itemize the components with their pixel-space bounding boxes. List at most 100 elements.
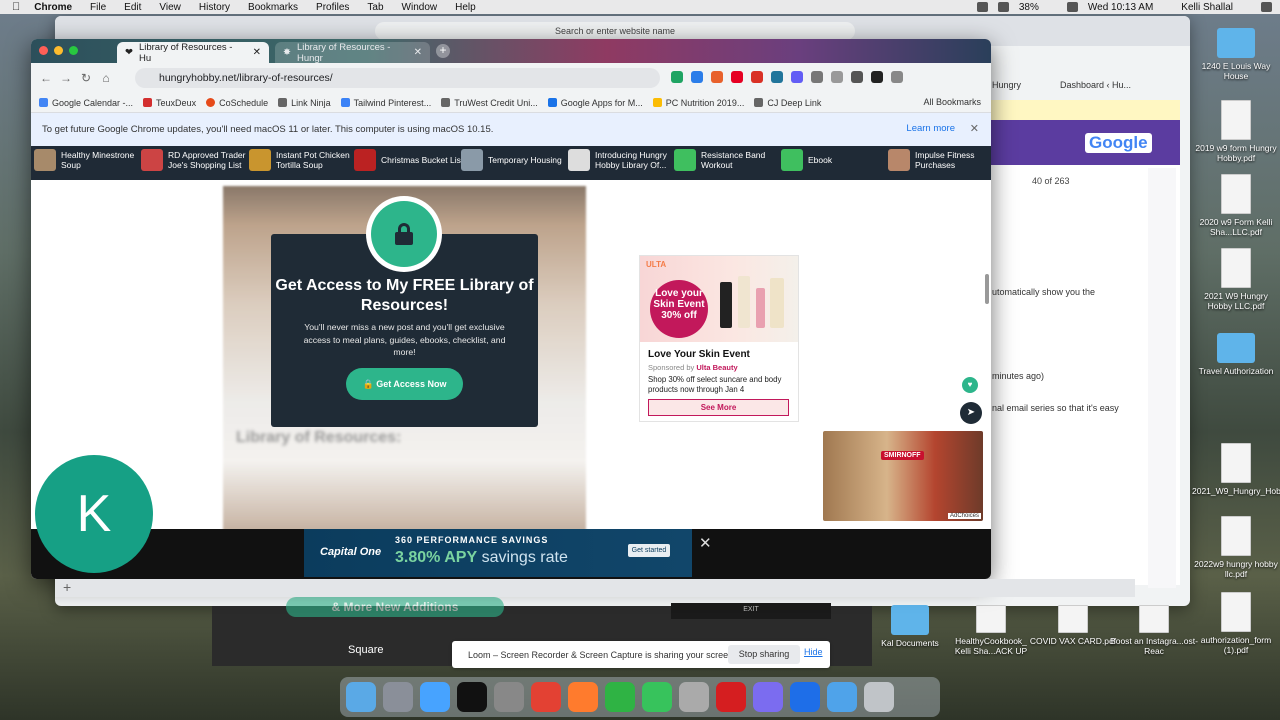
ulta-ad[interactable]: ULTA Love your Skin Event 30% off Love Y… bbox=[639, 255, 799, 422]
menu-file[interactable]: File bbox=[90, 2, 106, 13]
wifi-icon[interactable] bbox=[997, 2, 1009, 12]
menu-help[interactable]: Help bbox=[455, 2, 476, 13]
tab-library-1[interactable]: ❤ Library of Resources - Hu ✕ bbox=[117, 42, 269, 64]
trash-icon[interactable] bbox=[864, 682, 894, 712]
extension-icon[interactable] bbox=[871, 71, 883, 83]
strip-item[interactable]: Christmas Bucket List bbox=[354, 149, 464, 171]
mic-icon[interactable] bbox=[976, 2, 988, 12]
get-started-button[interactable]: Get started bbox=[628, 544, 670, 557]
back-tab-dashboard[interactable]: Dashboard ‹ Hu... bbox=[1060, 80, 1180, 96]
close-ad-icon[interactable]: ✕ bbox=[699, 534, 712, 552]
bookmark[interactable]: TruWest Credit Uni... bbox=[441, 98, 538, 108]
gmail-icon[interactable] bbox=[751, 71, 763, 83]
forward-icon[interactable]: → bbox=[56, 71, 76, 85]
menu-view[interactable]: View bbox=[159, 2, 181, 13]
extension-icon[interactable] bbox=[711, 71, 723, 83]
bookmark[interactable]: Google Apps for M... bbox=[547, 98, 643, 108]
adchoices-badge[interactable]: AdChoices bbox=[947, 513, 981, 519]
exit-button[interactable]: EXIT bbox=[671, 603, 831, 619]
facetime-icon[interactable] bbox=[642, 682, 672, 712]
menu-profiles[interactable]: Profiles bbox=[316, 2, 349, 13]
extension-icon[interactable] bbox=[671, 71, 683, 83]
desktop-item[interactable]: Kal Documents bbox=[866, 605, 954, 648]
close-infobar-icon[interactable]: ✕ bbox=[970, 122, 979, 135]
extension-icon[interactable] bbox=[831, 71, 843, 83]
close-tab-icon[interactable]: ✕ bbox=[253, 47, 261, 58]
pinterest-icon[interactable] bbox=[731, 71, 743, 83]
help-icon[interactable] bbox=[679, 682, 709, 712]
new-tab-button[interactable]: + bbox=[436, 44, 450, 58]
bookmark[interactable]: PC Nutrition 2019... bbox=[652, 98, 744, 108]
firefox-icon[interactable] bbox=[568, 682, 598, 712]
extension-icon[interactable] bbox=[791, 71, 803, 83]
bookmark[interactable]: TeuxDeux bbox=[143, 98, 196, 108]
get-access-button[interactable]: 🔒 Get Access Now bbox=[346, 368, 463, 400]
strip-item[interactable]: Ebook bbox=[781, 149, 891, 171]
extension-icon[interactable] bbox=[811, 71, 823, 83]
close-window-icon[interactable] bbox=[39, 46, 48, 55]
user-name[interactable]: Kelli Shallal bbox=[1181, 2, 1233, 13]
launchpad-icon[interactable] bbox=[383, 682, 413, 712]
strip-item[interactable]: Introducing Hungry Hobby Library Of... bbox=[568, 149, 678, 171]
learn-more-link[interactable]: Learn more bbox=[906, 123, 955, 134]
see-more-button[interactable]: See More bbox=[648, 399, 789, 416]
all-bookmarks-button[interactable]: All Bookmarks bbox=[923, 97, 981, 107]
heart-icon[interactable]: ♥ bbox=[962, 377, 978, 393]
desktop-item[interactable]: 2020 w9 Form Kelli Sha...LLC.pdf bbox=[1192, 174, 1280, 237]
tab-library-2[interactable]: ✸ Library of Resources - Hungr ✕ bbox=[275, 42, 430, 64]
stop-sharing-button[interactable]: Stop sharing bbox=[728, 645, 800, 664]
desktop-item[interactable]: Boost an Instagra...ost-Reac bbox=[1110, 605, 1198, 656]
home-icon[interactable]: ⌂ bbox=[96, 71, 116, 85]
strip-item[interactable]: RD Approved Trader Joe's Shopping List bbox=[141, 149, 251, 171]
desktop-item[interactable]: COVID VAX CARD.pdf bbox=[1029, 605, 1117, 646]
finder-icon[interactable] bbox=[346, 682, 376, 712]
bookmark[interactable]: Link Ninja bbox=[278, 98, 331, 108]
evernote-icon[interactable] bbox=[605, 682, 635, 712]
desktop-item[interactable]: 1240 E Louis Way House bbox=[1192, 28, 1280, 81]
battery-percent[interactable]: 38% bbox=[1019, 2, 1039, 13]
address-bar[interactable]: hungryhobby.net/library-of-resources/ bbox=[135, 68, 660, 88]
add-icon[interactable]: + bbox=[63, 579, 71, 595]
menu-edit[interactable]: Edit bbox=[124, 2, 141, 13]
bookmark[interactable]: Google Calendar -... bbox=[39, 98, 133, 108]
wordpress-icon[interactable] bbox=[771, 71, 783, 83]
strip-item[interactable]: Impulse Fitness Purchases bbox=[888, 149, 991, 171]
chrome-icon[interactable] bbox=[531, 682, 561, 712]
strip-item[interactable]: Healthy Minestrone Soup bbox=[34, 149, 144, 171]
menu-window[interactable]: Window bbox=[402, 2, 438, 13]
bookmark[interactable]: CJ Deep Link bbox=[754, 98, 821, 108]
strip-item[interactable]: Resistance Band Workout bbox=[674, 149, 784, 171]
reload-icon[interactable]: ↻ bbox=[76, 71, 96, 85]
app-icon[interactable] bbox=[753, 682, 783, 712]
desktop-item[interactable]: 2022w9 hungry hobby llc.pdf bbox=[1192, 516, 1280, 579]
acrobat-icon[interactable] bbox=[716, 682, 746, 712]
back-address-bar[interactable]: Search or enter website name bbox=[375, 22, 855, 40]
apple-tv-icon[interactable] bbox=[457, 682, 487, 712]
scrollbar[interactable] bbox=[985, 274, 989, 304]
clock[interactable]: Wed 10:13 AM bbox=[1088, 2, 1153, 13]
desktop-item[interactable]: Travel Authorization bbox=[1192, 333, 1280, 376]
menu-history[interactable]: History bbox=[199, 2, 230, 13]
menu-tab[interactable]: Tab bbox=[367, 2, 383, 13]
video-ad[interactable]: SMIRNOFF AdChoices bbox=[823, 431, 983, 521]
desktop-item[interactable]: 2019 w9 form Hungry Hobby.pdf bbox=[1192, 100, 1280, 163]
desktop-item[interactable]: 2021 W9 Hungry Hobby LLC.pdf bbox=[1192, 248, 1280, 311]
menu-app-name[interactable]: Chrome bbox=[34, 2, 72, 13]
bookmark[interactable]: Tailwind Pinterest... bbox=[340, 98, 431, 108]
puzzle-icon[interactable] bbox=[891, 71, 903, 83]
extension-icon[interactable] bbox=[691, 71, 703, 83]
system-preferences-icon[interactable] bbox=[494, 682, 524, 712]
battery-icon[interactable] bbox=[1066, 2, 1078, 12]
bookmark[interactable]: CoSchedule bbox=[206, 98, 268, 108]
desktop-item[interactable]: authorization_form (1).pdf bbox=[1192, 592, 1280, 655]
strip-item[interactable]: Temporary Housing bbox=[461, 149, 571, 171]
maximize-window-icon[interactable] bbox=[69, 46, 78, 55]
search-icon[interactable] bbox=[1261, 2, 1272, 12]
back-icon[interactable]: ← bbox=[36, 71, 56, 85]
app-icon[interactable] bbox=[790, 682, 820, 712]
strip-item[interactable]: Instant Pot Chicken Tortilla Soup bbox=[249, 149, 359, 171]
hide-link[interactable]: Hide bbox=[804, 647, 823, 657]
folder-icon[interactable] bbox=[827, 682, 857, 712]
minimize-window-icon[interactable] bbox=[54, 46, 63, 55]
menu-bookmarks[interactable]: Bookmarks bbox=[248, 2, 298, 13]
